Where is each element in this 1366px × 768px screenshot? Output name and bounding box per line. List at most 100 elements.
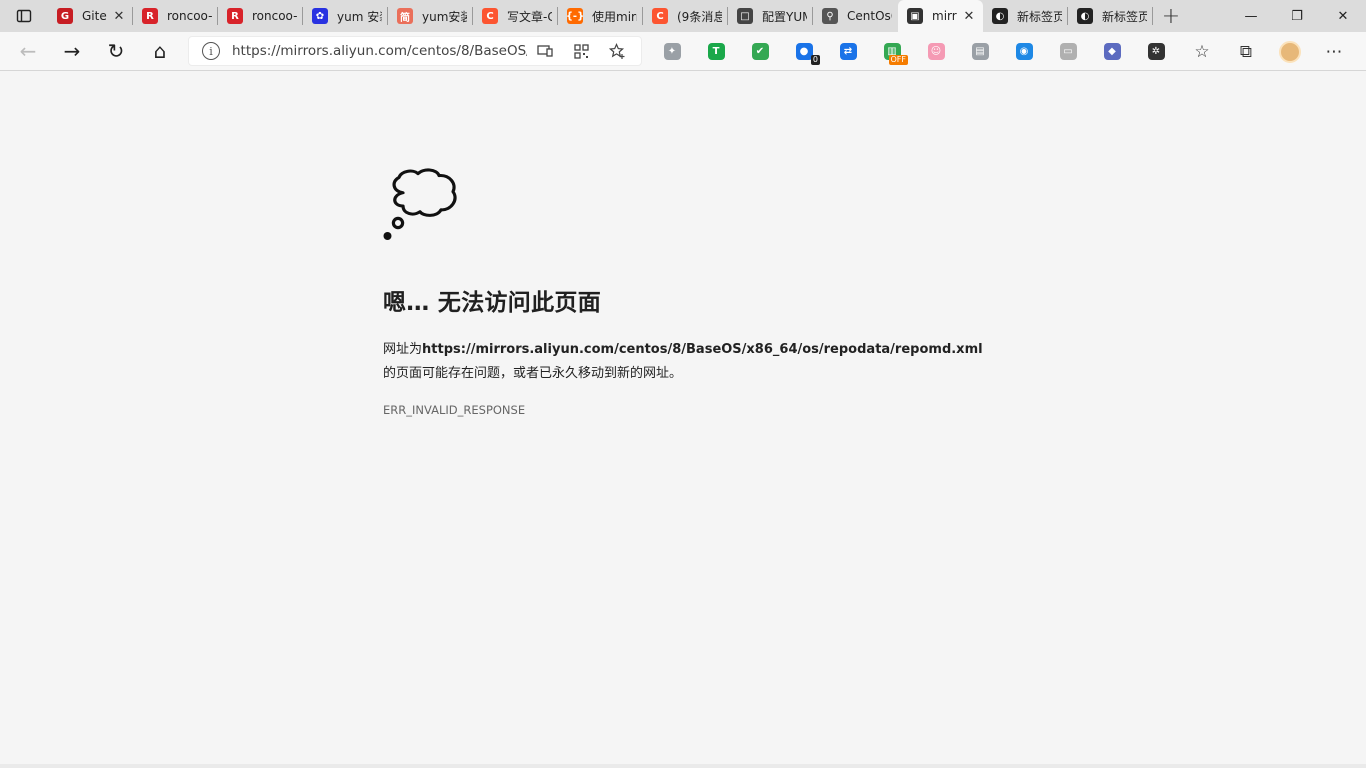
extensions-icon[interactable]: ✲ [1134, 32, 1178, 71]
tab[interactable]: ◐ 新标签页 [1068, 0, 1153, 32]
add-favorite-icon[interactable] [599, 42, 635, 60]
tab[interactable]: ◐ 新标签页 [983, 0, 1068, 32]
avatar-icon [1279, 40, 1301, 63]
bird-icon[interactable]: ◆ [1090, 32, 1134, 71]
collections-icon[interactable]: ⧉ [1224, 32, 1268, 71]
forward-button[interactable]: → [50, 32, 94, 71]
error-code: ERR_INVALID_RESPONSE [383, 403, 526, 417]
thought-cloud-icon [383, 168, 457, 240]
tab[interactable]: G Gite ✕ [48, 0, 133, 32]
tab-favicon-icon: G [57, 8, 73, 24]
error-desc-suffix: 的页面可能存在问题，或者已永久移动到新的网址。 [383, 366, 683, 381]
back-button[interactable]: ← [6, 32, 50, 71]
tab-favicon-icon: C [652, 8, 668, 24]
tab[interactable]: C 写文章-C [473, 0, 558, 32]
maximize-button[interactable]: ❐ [1274, 0, 1320, 32]
tab-favicon-icon: R [142, 8, 158, 24]
tab-favicon-icon: ✿ [312, 8, 328, 24]
tab-close-icon[interactable]: ✕ [111, 8, 127, 24]
error-description: 网址为https://mirrors.aliyun.com/centos/8/B… [383, 338, 983, 386]
tab[interactable]: ✿ yum 安装 [303, 0, 388, 32]
tab-favicon-icon: ◐ [992, 8, 1008, 24]
tab-actions-icon [16, 9, 32, 23]
shield-check-icon-glyph: ✔ [751, 43, 769, 60]
app-available-icon[interactable] [527, 44, 563, 58]
tab-actions-button[interactable] [0, 0, 48, 32]
tab-title: 写文章-C [507, 9, 552, 24]
browser-toolbar: ← → ↻ ⌂ i https://mirrors.aliyun.com/cen… [0, 32, 1366, 71]
drop-icon[interactable]: ◉ [1002, 32, 1046, 71]
tab[interactable]: {-} 使用mirr [558, 0, 643, 32]
tab[interactable]: Rroncoo-e [218, 0, 303, 32]
tab[interactable]: ▣ mirr ✕ [898, 0, 983, 32]
bilibili-icon-glyph: ☺ [927, 43, 945, 60]
puzzle-ext-icon-glyph: ✦ [663, 43, 681, 60]
tab-close-icon[interactable]: ✕ [961, 8, 977, 24]
shield-green-icon-glyph: T [707, 43, 725, 60]
tab[interactable]: 简 yum安装 [388, 0, 473, 32]
minimize-button[interactable]: — [1228, 0, 1274, 32]
shield-check-icon[interactable]: ✔ [738, 32, 782, 71]
bird-icon-glyph: ◆ [1103, 43, 1121, 60]
qr-code-icon[interactable] [563, 43, 599, 59]
shield-green-icon[interactable]: T [694, 32, 738, 71]
tab-list: GGite✕Rroncoo-eRroncoo-e✿yum 安装简yum安装C写文… [48, 0, 1153, 32]
favorites-icon[interactable]: ☆ [1180, 32, 1224, 71]
tab-title: 新标签页 [1017, 9, 1062, 24]
drop-icon-glyph: ◉ [1015, 43, 1033, 60]
tab-title: CentOs6 [847, 9, 892, 23]
sync-icon-glyph: ⇄ [839, 43, 857, 60]
tab-title: 新标签页 [1102, 9, 1147, 24]
bilibili-icon[interactable]: ☺ [914, 32, 958, 71]
extension-badge: 0 [810, 55, 820, 65]
tab-title: 配置YUM [762, 9, 807, 24]
extension-icons: ✦ T ✔ ● 0 ⇄ ▥ OFF ☺ ▤ ◉ ▭ ◆ ✲ [650, 32, 1178, 71]
tab-favicon-icon: {-} [566, 8, 584, 24]
gift-off-icon[interactable]: ▥ OFF [870, 32, 914, 71]
error-page: 嗯… 无法访问此页面 网址为https://mirrors.aliyun.com… [383, 166, 983, 417]
screen-icon-glyph: ▭ [1059, 43, 1077, 60]
tab[interactable]: Rroncoo-e [133, 0, 218, 32]
window-controls: — ❐ ✕ [1228, 0, 1366, 32]
reader-icon-glyph: ▤ [971, 43, 989, 60]
tab-favicon-icon: ⚲ [822, 8, 838, 24]
tab-title: (9条消息 [677, 9, 722, 24]
tab-title: roncoo-e [252, 9, 297, 23]
tab-title: yum 安装 [337, 9, 382, 24]
tab[interactable]: C (9条消息 [643, 0, 728, 32]
lock-badge-icon[interactable]: ● 0 [782, 32, 826, 71]
tab-title: mirr [932, 9, 957, 23]
tab[interactable]: ⚲ CentOs6 [813, 0, 898, 32]
tab-favicon-icon: R [227, 8, 243, 24]
tab-title: Gite [82, 9, 107, 23]
reader-icon[interactable]: ▤ [958, 32, 1002, 71]
tab-title: roncoo-e [167, 9, 212, 23]
tab-title: 使用mirr [592, 9, 637, 24]
sync-icon[interactable]: ⇄ [826, 32, 870, 71]
tab-favicon-icon: ▣ [907, 8, 923, 24]
tab-strip: GGite✕Rroncoo-eRroncoo-e✿yum 安装简yum安装C写文… [0, 0, 1366, 32]
tab-favicon-icon: □ [737, 8, 753, 24]
url-input[interactable]: https://mirrors.aliyun.com/centos/8/Base… [232, 43, 527, 59]
more-menu-icon[interactable]: ⋯ [1312, 32, 1356, 71]
refresh-button[interactable]: ↻ [94, 32, 138, 71]
tab-favicon-icon: C [482, 8, 498, 24]
address-bar[interactable]: i https://mirrors.aliyun.com/centos/8/Ba… [188, 36, 642, 66]
extensions-icon-glyph: ✲ [1147, 43, 1165, 60]
profile-avatar[interactable] [1268, 32, 1312, 71]
screen-icon[interactable]: ▭ [1046, 32, 1090, 71]
toolbar-right: ☆ ⧉ ⋯ [1180, 32, 1356, 71]
tab-favicon-icon: ◐ [1077, 8, 1093, 24]
tab[interactable]: □ 配置YUM [728, 0, 813, 32]
extension-badge: OFF [888, 55, 908, 65]
puzzle-ext-icon[interactable]: ✦ [650, 32, 694, 71]
tab-favicon-icon: 简 [397, 8, 413, 24]
error-title: 嗯… 无法访问此页面 [383, 290, 602, 316]
close-window-button[interactable]: ✕ [1320, 0, 1366, 32]
home-button[interactable]: ⌂ [138, 32, 182, 71]
site-info-icon[interactable]: i [202, 42, 220, 60]
lock-badge-icon-glyph: ● [795, 43, 813, 60]
tab-title: yum安装 [422, 9, 467, 24]
bottom-edge [0, 764, 1366, 768]
new-tab-button[interactable]: + [1153, 0, 1189, 32]
